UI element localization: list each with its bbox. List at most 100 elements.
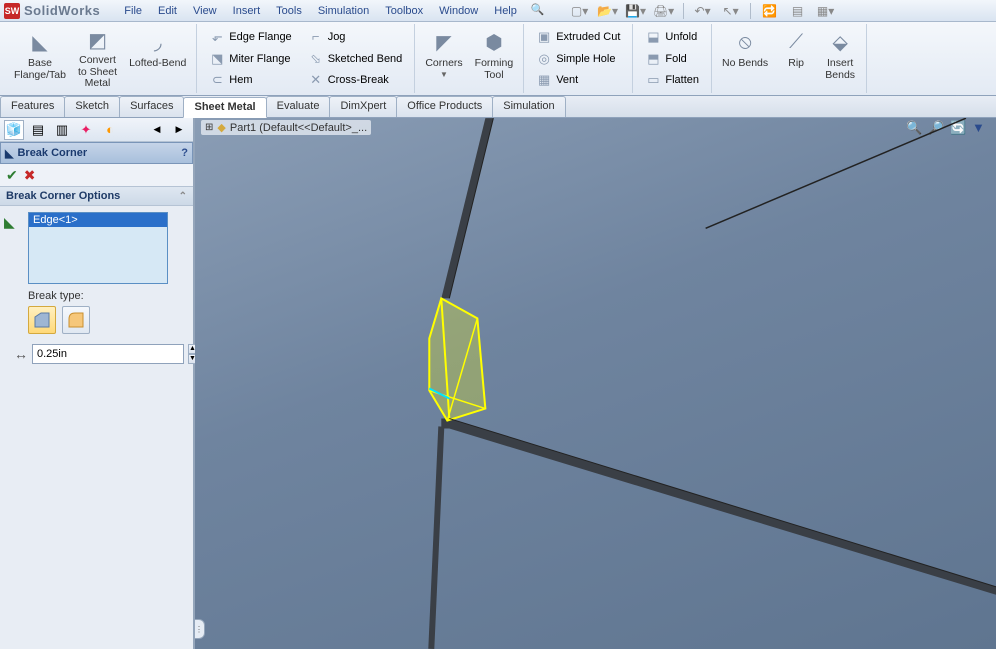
open-doc-icon[interactable]: 📂▾ [597,2,619,20]
tab-dimxpert[interactable]: DimXpert [329,96,397,117]
solidworks-logo-icon: SW [4,3,20,19]
miter-flange-button[interactable]: ⬔Miter Flange [205,48,295,70]
fillet-icon [67,311,85,329]
hem-button[interactable]: ⊂ Hem [205,69,295,91]
edge-flange-icon: ⬐ [209,29,225,45]
help-icon[interactable]: ? [181,147,188,159]
tab-simulation[interactable]: Simulation [492,96,565,117]
property-manager-icon[interactable]: ▤ [28,120,48,140]
save-icon[interactable]: 💾▾ [625,2,647,20]
label: Rip [788,58,804,70]
tab-surfaces[interactable]: Surfaces [119,96,184,117]
label: No Bends [722,58,768,70]
menu-edit[interactable]: Edit [150,3,185,19]
forming-tool-icon: ⬢ [480,28,508,56]
selection-item[interactable]: Edge<1> [29,213,167,227]
label: Sketched Bend [328,53,403,65]
label: Forming Tool [475,58,514,81]
dimxpert-tree-icon[interactable]: ✦ [76,120,96,140]
jog-icon: ⌐ [308,29,324,45]
label: Hem [229,74,252,86]
label: Edge Flange [229,31,291,43]
collapse-icon[interactable]: ⌃ [179,191,187,202]
menu-simulation[interactable]: Simulation [310,3,377,19]
selection-filter-icon[interactable]: ◣ [4,214,15,231]
section-title: Break Corner Options [6,190,120,202]
cancel-icon[interactable]: ✖ [24,167,36,184]
cross-break-button[interactable]: ✕Cross-Break [304,69,407,91]
feature-tree-icon[interactable]: 🧊 [4,120,24,140]
menu-help[interactable]: Help [486,3,525,19]
label: Fold [665,53,686,65]
panel-resize-grip[interactable]: ⋮ [195,619,205,639]
label: Corners [425,58,462,70]
flatten-button[interactable]: ▭Flatten [641,69,703,91]
settings-icon[interactable]: ▦▾ [815,2,837,20]
chamfer-type-button[interactable] [28,306,56,334]
simple-hole-icon: ◎ [536,51,552,67]
vent-button[interactable]: ▦Vent [532,69,624,91]
ok-icon[interactable]: ✔ [6,167,18,184]
search-icon[interactable]: 🔍 [531,3,545,19]
label: Simple Hole [556,53,615,65]
menu-toolbox[interactable]: Toolbox [377,3,431,19]
app-name: SolidWorks [24,3,100,18]
convert-sheet-metal-button[interactable]: ◩ Convert to Sheet Metal [72,24,123,93]
flatten-icon: ▭ [645,72,661,88]
rebuild-icon[interactable]: 🔁 [759,2,781,20]
no-bends-button[interactable]: ⦸ No Bends [716,24,774,93]
simple-hole-button[interactable]: ◎ Simple Hole [532,48,624,70]
print-icon[interactable]: 🖨▾ [653,2,675,20]
title-bar: SW SolidWorks File Edit View Insert Tool… [0,0,996,22]
selection-list[interactable]: Edge<1> [28,212,168,284]
panel-prev-icon[interactable]: ◀ [147,120,167,140]
lofted-bend-icon: ◞ [144,28,172,56]
break-corner-feature-icon: ◣ [5,147,13,160]
forming-tool-button[interactable]: ⬢ Forming Tool [469,24,520,93]
tab-evaluate[interactable]: Evaluate [266,96,331,117]
menu-view[interactable]: View [185,3,225,19]
rip-button[interactable]: ⟋ Rip [774,24,818,93]
extruded-cut-icon: ▣ [536,29,552,45]
display-manager-icon[interactable]: ◐ [100,120,120,140]
label: Cross-Break [328,74,389,86]
quick-access-toolbar: ▢▾ 📂▾ 💾▾ 🖨▾ ↶▾ ↖▾ 🔁 ▤ ▦▾ [569,2,837,20]
menu-insert[interactable]: Insert [225,3,269,19]
sketched-bend-button[interactable]: ⬂Sketched Bend [304,48,407,70]
jog-button[interactable]: ⌐Jog [304,26,407,48]
configuration-icon[interactable]: ▥ [52,120,72,140]
section-header[interactable]: Break Corner Options ⌃ [0,186,193,206]
menu-file[interactable]: File [116,3,150,19]
tab-sheet-metal[interactable]: Sheet Metal [183,97,266,118]
base-flange-button[interactable]: ◣ Base Flange/Tab [8,24,72,93]
insert-bends-icon: ⬙ [826,28,854,56]
corners-button[interactable]: ◤ Corners ▼ [419,24,468,93]
panel-tabs: 🧊 ▤ ▥ ✦ ◐ ◀ ▶ [0,118,193,142]
extruded-cut-button[interactable]: ▣Extruded Cut [532,26,624,48]
distance-input[interactable] [32,344,184,364]
lofted-bend-button[interactable]: ◞ Lofted-Bend [123,24,192,93]
panel-next-icon[interactable]: ▶ [169,120,189,140]
menu-tools[interactable]: Tools [268,3,310,19]
new-doc-icon[interactable]: ▢▾ [569,2,591,20]
unfold-button[interactable]: ⬓Unfold [641,26,703,48]
insert-bends-button[interactable]: ⬙ Insert Bends [818,24,862,93]
corners-icon: ◤ [430,28,458,56]
options-icon[interactable]: ▤ [787,2,809,20]
label: Base Flange/Tab [14,58,66,81]
convert-icon: ◩ [84,28,112,53]
edge-flange-button[interactable]: ⬐ Edge Flange [205,26,295,48]
menu-window[interactable]: Window [431,3,486,19]
tab-features[interactable]: Features [0,96,65,117]
undo-icon[interactable]: ↶▾ [692,2,714,20]
fold-icon: ⬒ [645,51,661,67]
tab-sketch[interactable]: Sketch [64,96,120,117]
viewport[interactable]: ⊞ ◆ Part1 (Default<<Default>_... 🔍 🔎 🔄 ▼ [195,118,996,649]
select-icon[interactable]: ↖▾ [720,2,742,20]
no-bends-icon: ⦸ [731,28,759,56]
fillet-type-button[interactable] [62,306,90,334]
separator [750,3,751,19]
hem-icon: ⊂ [209,72,225,88]
fold-button[interactable]: ⬒ Fold [641,48,703,70]
tab-office-products[interactable]: Office Products [396,96,493,117]
